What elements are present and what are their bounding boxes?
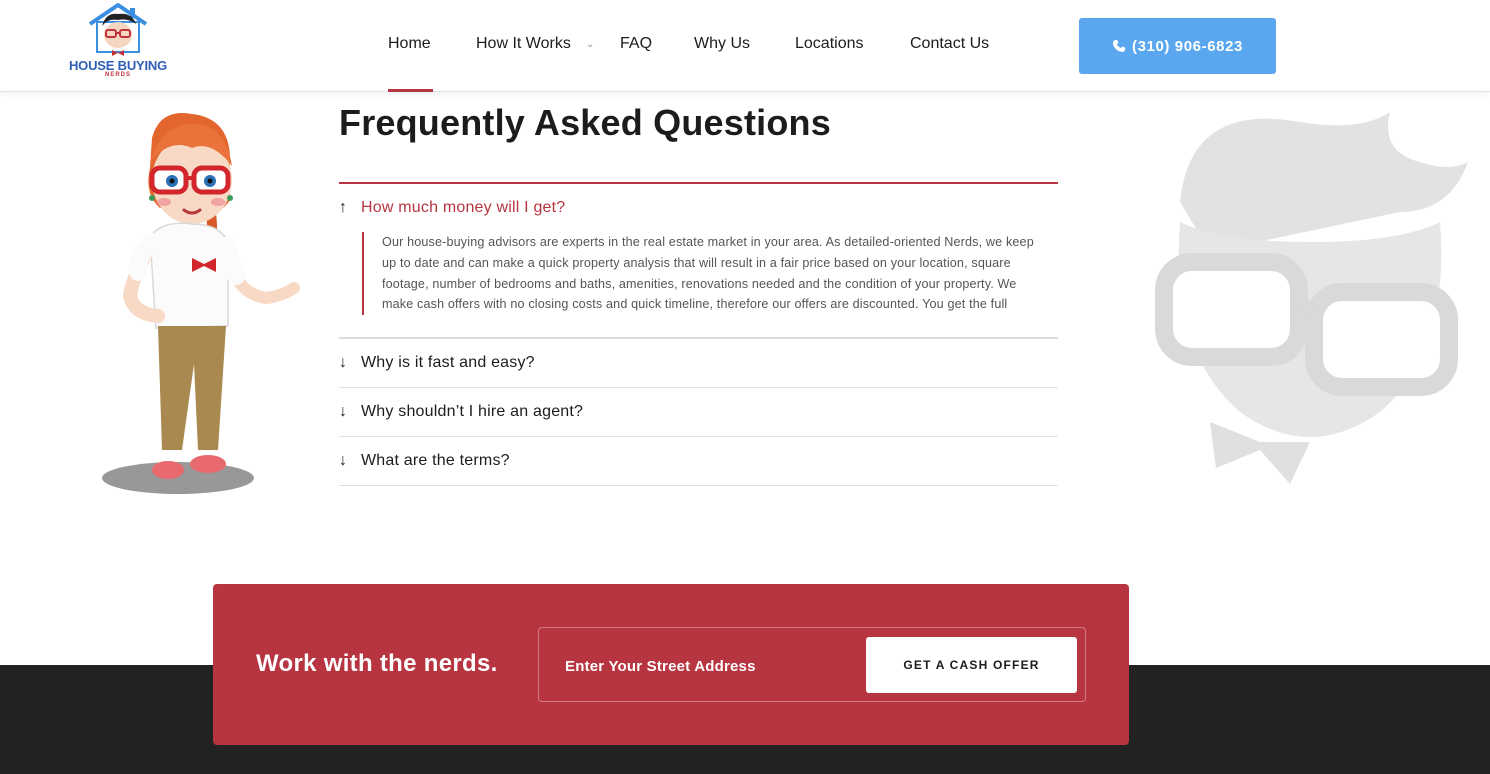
faq-question-agent[interactable]: ↓ Why shouldn’t I hire an agent?: [339, 388, 1058, 438]
get-cash-offer-button[interactable]: GET A CASH OFFER: [866, 637, 1077, 693]
faq-question-money[interactable]: ↑ How much money will I get?: [339, 184, 1058, 232]
faq-answer-money: Our house-buying advisors are experts in…: [362, 232, 1042, 316]
site-logo[interactable]: HOUSE BUYING NERDS: [66, 2, 170, 80]
nav-active-indicator: [388, 89, 433, 92]
arrow-down-icon: ↓: [339, 452, 348, 470]
chevron-down-icon[interactable]: ⌄: [586, 39, 594, 50]
phone-call-button[interactable]: (310) 906-6823: [1079, 18, 1276, 74]
street-address-input[interactable]: [565, 655, 855, 677]
phone-number: (310) 906-6823: [1132, 37, 1243, 55]
phone-icon: [1112, 39, 1126, 52]
nav-faq[interactable]: FAQ: [620, 35, 652, 53]
cta-banner: Work with the nerds. GET A CASH OFFER: [213, 584, 1129, 745]
arrow-down-icon: ↓: [339, 403, 348, 421]
nav-locations[interactable]: Locations: [795, 35, 864, 53]
arrow-up-icon: ↑: [339, 199, 348, 216]
nav-contact-us[interactable]: Contact Us: [910, 35, 989, 53]
cta-title: Work with the nerds.: [256, 650, 498, 677]
faq-question-text: Why is it fast and easy?: [361, 354, 535, 372]
faq-accordion: ↑ How much money will I get? Our house-b…: [339, 182, 1058, 487]
logo-subtext: NERDS: [104, 72, 131, 78]
faq-question-text: What are the terms?: [361, 452, 510, 470]
nerd-girl-illustration: [102, 113, 300, 494]
nav-how-it-works[interactable]: How It Works: [476, 35, 571, 53]
nav-why-us[interactable]: Why Us: [694, 35, 750, 53]
faq-question-text: Why shouldn’t I hire an agent?: [361, 403, 584, 421]
faq-question-fast-easy[interactable]: ↓ Why is it fast and easy?: [339, 339, 1058, 389]
nerd-face-background-icon: [1155, 112, 1468, 484]
nav-home[interactable]: Home: [388, 35, 431, 53]
cta-address-form: GET A CASH OFFER: [538, 627, 1086, 702]
logo-text: HOUSE BUYING: [68, 58, 167, 73]
house-nerd-logo-icon: [88, 3, 148, 56]
faq-question-terms[interactable]: ↓ What are the terms?: [339, 437, 1058, 487]
arrow-down-icon: ↓: [339, 354, 348, 372]
faq-title: Frequently Asked Questions: [339, 102, 831, 143]
faq-question-text: How much money will I get?: [361, 199, 566, 216]
site-header: HOUSE BUYING NERDS Home How It Works ⌄ F…: [0, 0, 1490, 92]
